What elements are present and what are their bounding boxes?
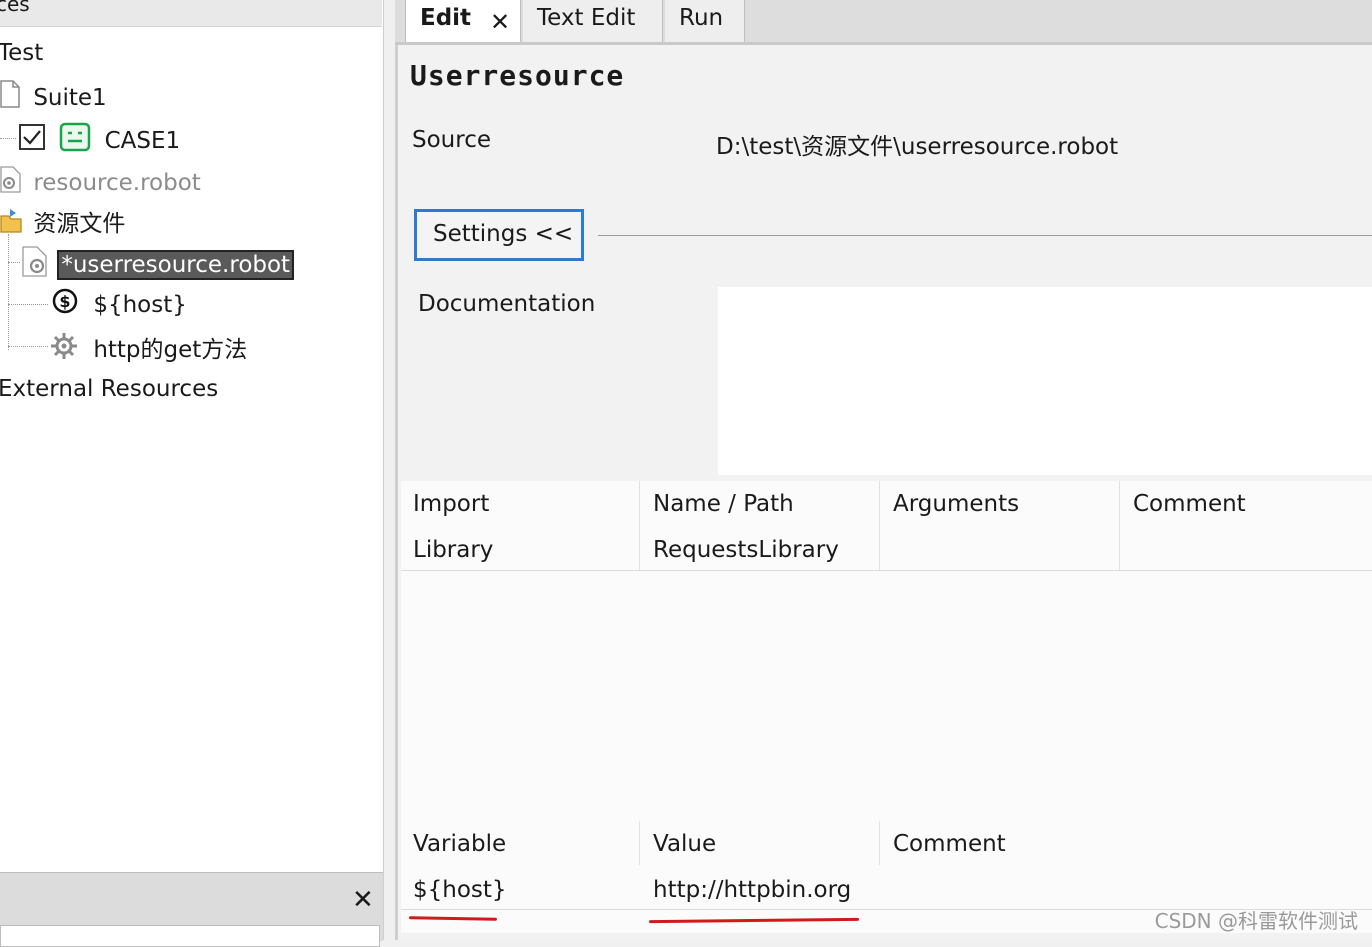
tree-panel: ces Test Suite1 CASE1 resource.robot 资源文… (0, 0, 384, 947)
source-label: Source (412, 127, 491, 153)
close-icon[interactable]: ✕ (490, 4, 510, 40)
bottom-dock-content (0, 925, 380, 947)
tree-node-suite[interactable]: Suite1 (0, 80, 107, 116)
checkbox-checked-icon[interactable] (18, 123, 46, 159)
tree-node-suite-label: Suite1 (33, 84, 107, 111)
tree-connector (8, 262, 20, 263)
import-header-name: Name / Path (653, 491, 794, 517)
tree-node-external-resources[interactable]: External Resources (0, 374, 218, 404)
bottom-dock-panel: ✕ (0, 872, 383, 947)
tree-node-selected-resource[interactable]: *userresource.robot (20, 244, 295, 286)
tree-panel-header: ces (0, 0, 382, 27)
annotation-underline (408, 916, 498, 921)
import-cell-name[interactable]: RequestsLibrary (653, 537, 839, 563)
column-separator (879, 821, 880, 865)
tree-panel-title: ces (0, 0, 30, 16)
resource-gear-icon (0, 164, 22, 202)
close-icon[interactable]: ✕ (352, 885, 374, 915)
import-header-arguments: Arguments (893, 491, 1020, 517)
tree-connector (8, 346, 48, 347)
documentation-field[interactable] (718, 287, 1372, 475)
keyword-gear-icon (48, 330, 80, 370)
tree-node-keyword[interactable]: http的get方法 (48, 330, 247, 370)
import-header-import: Import (413, 491, 490, 517)
tree-node-keyword-label: http的get方法 (93, 336, 248, 363)
variable-cell-value[interactable]: http://httpbin.org (653, 877, 851, 903)
tree-node-variable-label: ${host} (93, 291, 187, 318)
tree-node-folder[interactable]: 资源文件 (0, 206, 125, 242)
column-separator (879, 481, 880, 570)
watermark: CSDN @科雷软件测试 (1154, 909, 1358, 933)
resource-title: Userresource (410, 59, 625, 92)
tab-edit[interactable]: Edit ✕ (405, 0, 521, 42)
row-divider (401, 570, 1372, 571)
variable-cell-name[interactable]: ${host} (413, 877, 507, 903)
dollar-variable-icon: $ (52, 288, 78, 322)
column-separator (1119, 481, 1120, 570)
tab-text-edit-label: Text Edit (537, 5, 636, 31)
test-case-icon (59, 122, 91, 160)
tree-node-variable[interactable]: $ ${host} (52, 288, 187, 322)
editor-tab-strip: Edit ✕ Text Edit Run (395, 0, 1372, 45)
annotation-underline (648, 917, 860, 924)
settings-divider (598, 235, 1372, 236)
variable-header-value: Value (653, 831, 717, 857)
tab-text-edit[interactable]: Text Edit (523, 0, 663, 42)
column-separator (639, 821, 640, 865)
tree-node-resource[interactable]: resource.robot (0, 164, 201, 202)
import-header-comment: Comment (1133, 491, 1246, 517)
tree-connector (0, 138, 16, 139)
file-icon (0, 80, 20, 116)
tab-run-label: Run (679, 5, 724, 31)
column-separator (639, 481, 640, 570)
tree-connector (8, 304, 48, 305)
folder-icon (0, 206, 22, 242)
tree-node-project[interactable]: Test (0, 38, 43, 68)
tree-node-resource-label: resource.robot (33, 169, 201, 196)
settings-toggle-button[interactable]: Settings << (414, 209, 584, 261)
tree-node-folder-label: 资源文件 (33, 210, 126, 237)
tree-connector (8, 234, 9, 350)
documentation-label: Documentation (418, 291, 596, 317)
tree-node-selected-label: *userresource.robot (57, 249, 295, 280)
variable-header-variable: Variable (413, 831, 507, 857)
resource-editor: Userresource Source D:\test\资源文件\userres… (395, 45, 1372, 940)
svg-text:$: $ (59, 292, 70, 311)
resource-gear-icon (20, 244, 50, 286)
source-path: D:\test\资源文件\userresource.robot (716, 134, 1119, 160)
tree-node-project-label: Test (0, 40, 44, 66)
tab-run[interactable]: Run (665, 0, 745, 42)
tab-edit-label: Edit (420, 5, 472, 31)
variable-header-comment: Comment (893, 831, 1006, 857)
import-cell-type[interactable]: Library (413, 537, 493, 563)
tree-node-test-case-label: CASE1 (104, 127, 181, 154)
tree-node-external-label: External Resources (0, 376, 219, 402)
tree-node-test-case[interactable]: CASE1 (18, 122, 180, 160)
